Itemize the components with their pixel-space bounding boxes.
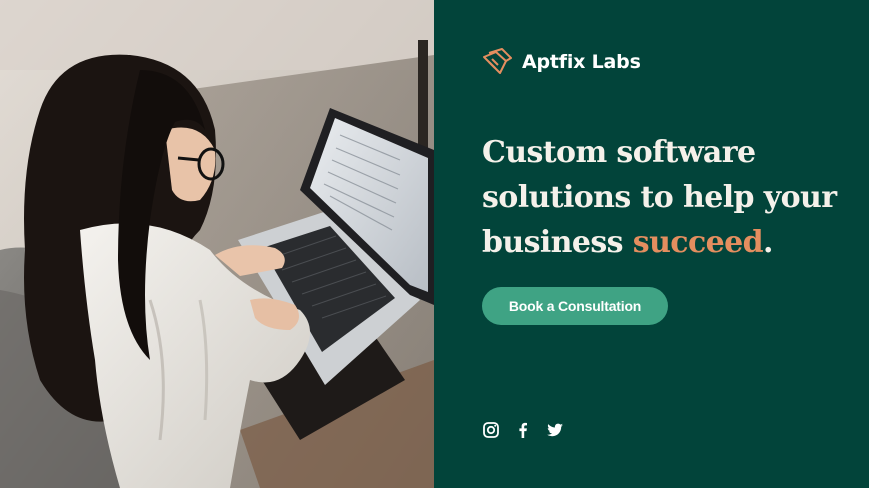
facebook-icon[interactable] xyxy=(514,421,532,439)
headline-period: . xyxy=(762,225,773,260)
hero-photo xyxy=(0,0,434,488)
stacked-chevrons-logo-icon xyxy=(482,47,513,77)
social-links xyxy=(482,421,564,439)
instagram-icon[interactable] xyxy=(482,421,500,439)
headline: Custom software solutions to help your b… xyxy=(482,130,852,265)
brand-name: Aptfix Labs xyxy=(522,51,641,73)
brand[interactable]: Aptfix Labs xyxy=(482,47,641,77)
hero-panel: Aptfix Labs Custom software solutions to… xyxy=(434,0,869,488)
book-consultation-button[interactable]: Book a Consultation xyxy=(482,287,668,325)
woman-working-on-laptop-illustration xyxy=(0,0,434,488)
headline-accent-word: succeed xyxy=(632,225,764,260)
twitter-icon[interactable] xyxy=(546,421,564,439)
